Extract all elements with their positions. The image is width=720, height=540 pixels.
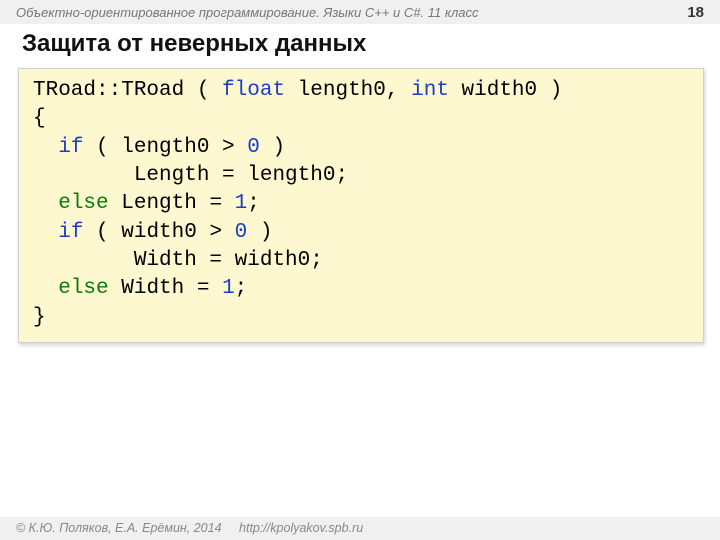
- code-text: ,: [386, 79, 411, 102]
- number-literal: 0: [235, 221, 248, 244]
- code-text: ): [260, 136, 285, 159]
- keyword-int: int: [411, 79, 449, 102]
- page-number: 18: [687, 4, 704, 21]
- code-line: else Width = 1;: [33, 275, 689, 303]
- code-text: [33, 136, 58, 159]
- code-line: else Length = 1;: [33, 190, 689, 218]
- code-text: ;: [235, 277, 248, 300]
- code-line: Length = length0;: [33, 162, 689, 190]
- code-text: (: [184, 79, 222, 102]
- copyright-text: © К.Ю. Поляков, Е.А. Ерёмин, 2014: [16, 521, 222, 535]
- code-line: {: [33, 105, 689, 133]
- code-text: TRoad::TRoad: [33, 79, 184, 102]
- code-line: TRoad::TRoad ( float length0, int width0…: [33, 77, 689, 105]
- number-literal: 1: [235, 192, 248, 215]
- number-literal: 0: [247, 136, 260, 159]
- course-label: Объектно-ориентированное программировани…: [16, 5, 479, 20]
- number-literal: 1: [222, 277, 235, 300]
- code-text: length0: [285, 79, 386, 102]
- code-text: ( width0 >: [83, 221, 234, 244]
- footer: © К.Ю. Поляков, Е.А. Ерёмин, 2014 http:/…: [0, 517, 720, 540]
- keyword-float: float: [222, 79, 285, 102]
- page-title: Защита от неверных данных: [0, 24, 720, 66]
- code-text: [33, 277, 58, 300]
- code-text: Length =: [109, 192, 235, 215]
- header-band: Объектно-ориентированное программировани…: [0, 0, 720, 24]
- code-block: TRoad::TRoad ( float length0, int width0…: [18, 68, 704, 343]
- code-text: [33, 192, 58, 215]
- code-line: if ( length0 > 0 ): [33, 134, 689, 162]
- code-text: ;: [247, 192, 260, 215]
- code-text: ): [247, 221, 272, 244]
- keyword-else: else: [58, 192, 108, 215]
- keyword-if: if: [58, 221, 83, 244]
- keyword-else: else: [58, 277, 108, 300]
- footer-url: http://kpolyakov.spb.ru: [239, 521, 363, 535]
- code-line: }: [33, 304, 689, 332]
- code-text: Width =: [109, 277, 222, 300]
- keyword-if: if: [58, 136, 83, 159]
- code-line: if ( width0 > 0 ): [33, 219, 689, 247]
- code-text: ( length0 >: [83, 136, 247, 159]
- code-text: [33, 221, 58, 244]
- code-text: width0 ): [449, 79, 562, 102]
- code-line: Width = width0;: [33, 247, 689, 275]
